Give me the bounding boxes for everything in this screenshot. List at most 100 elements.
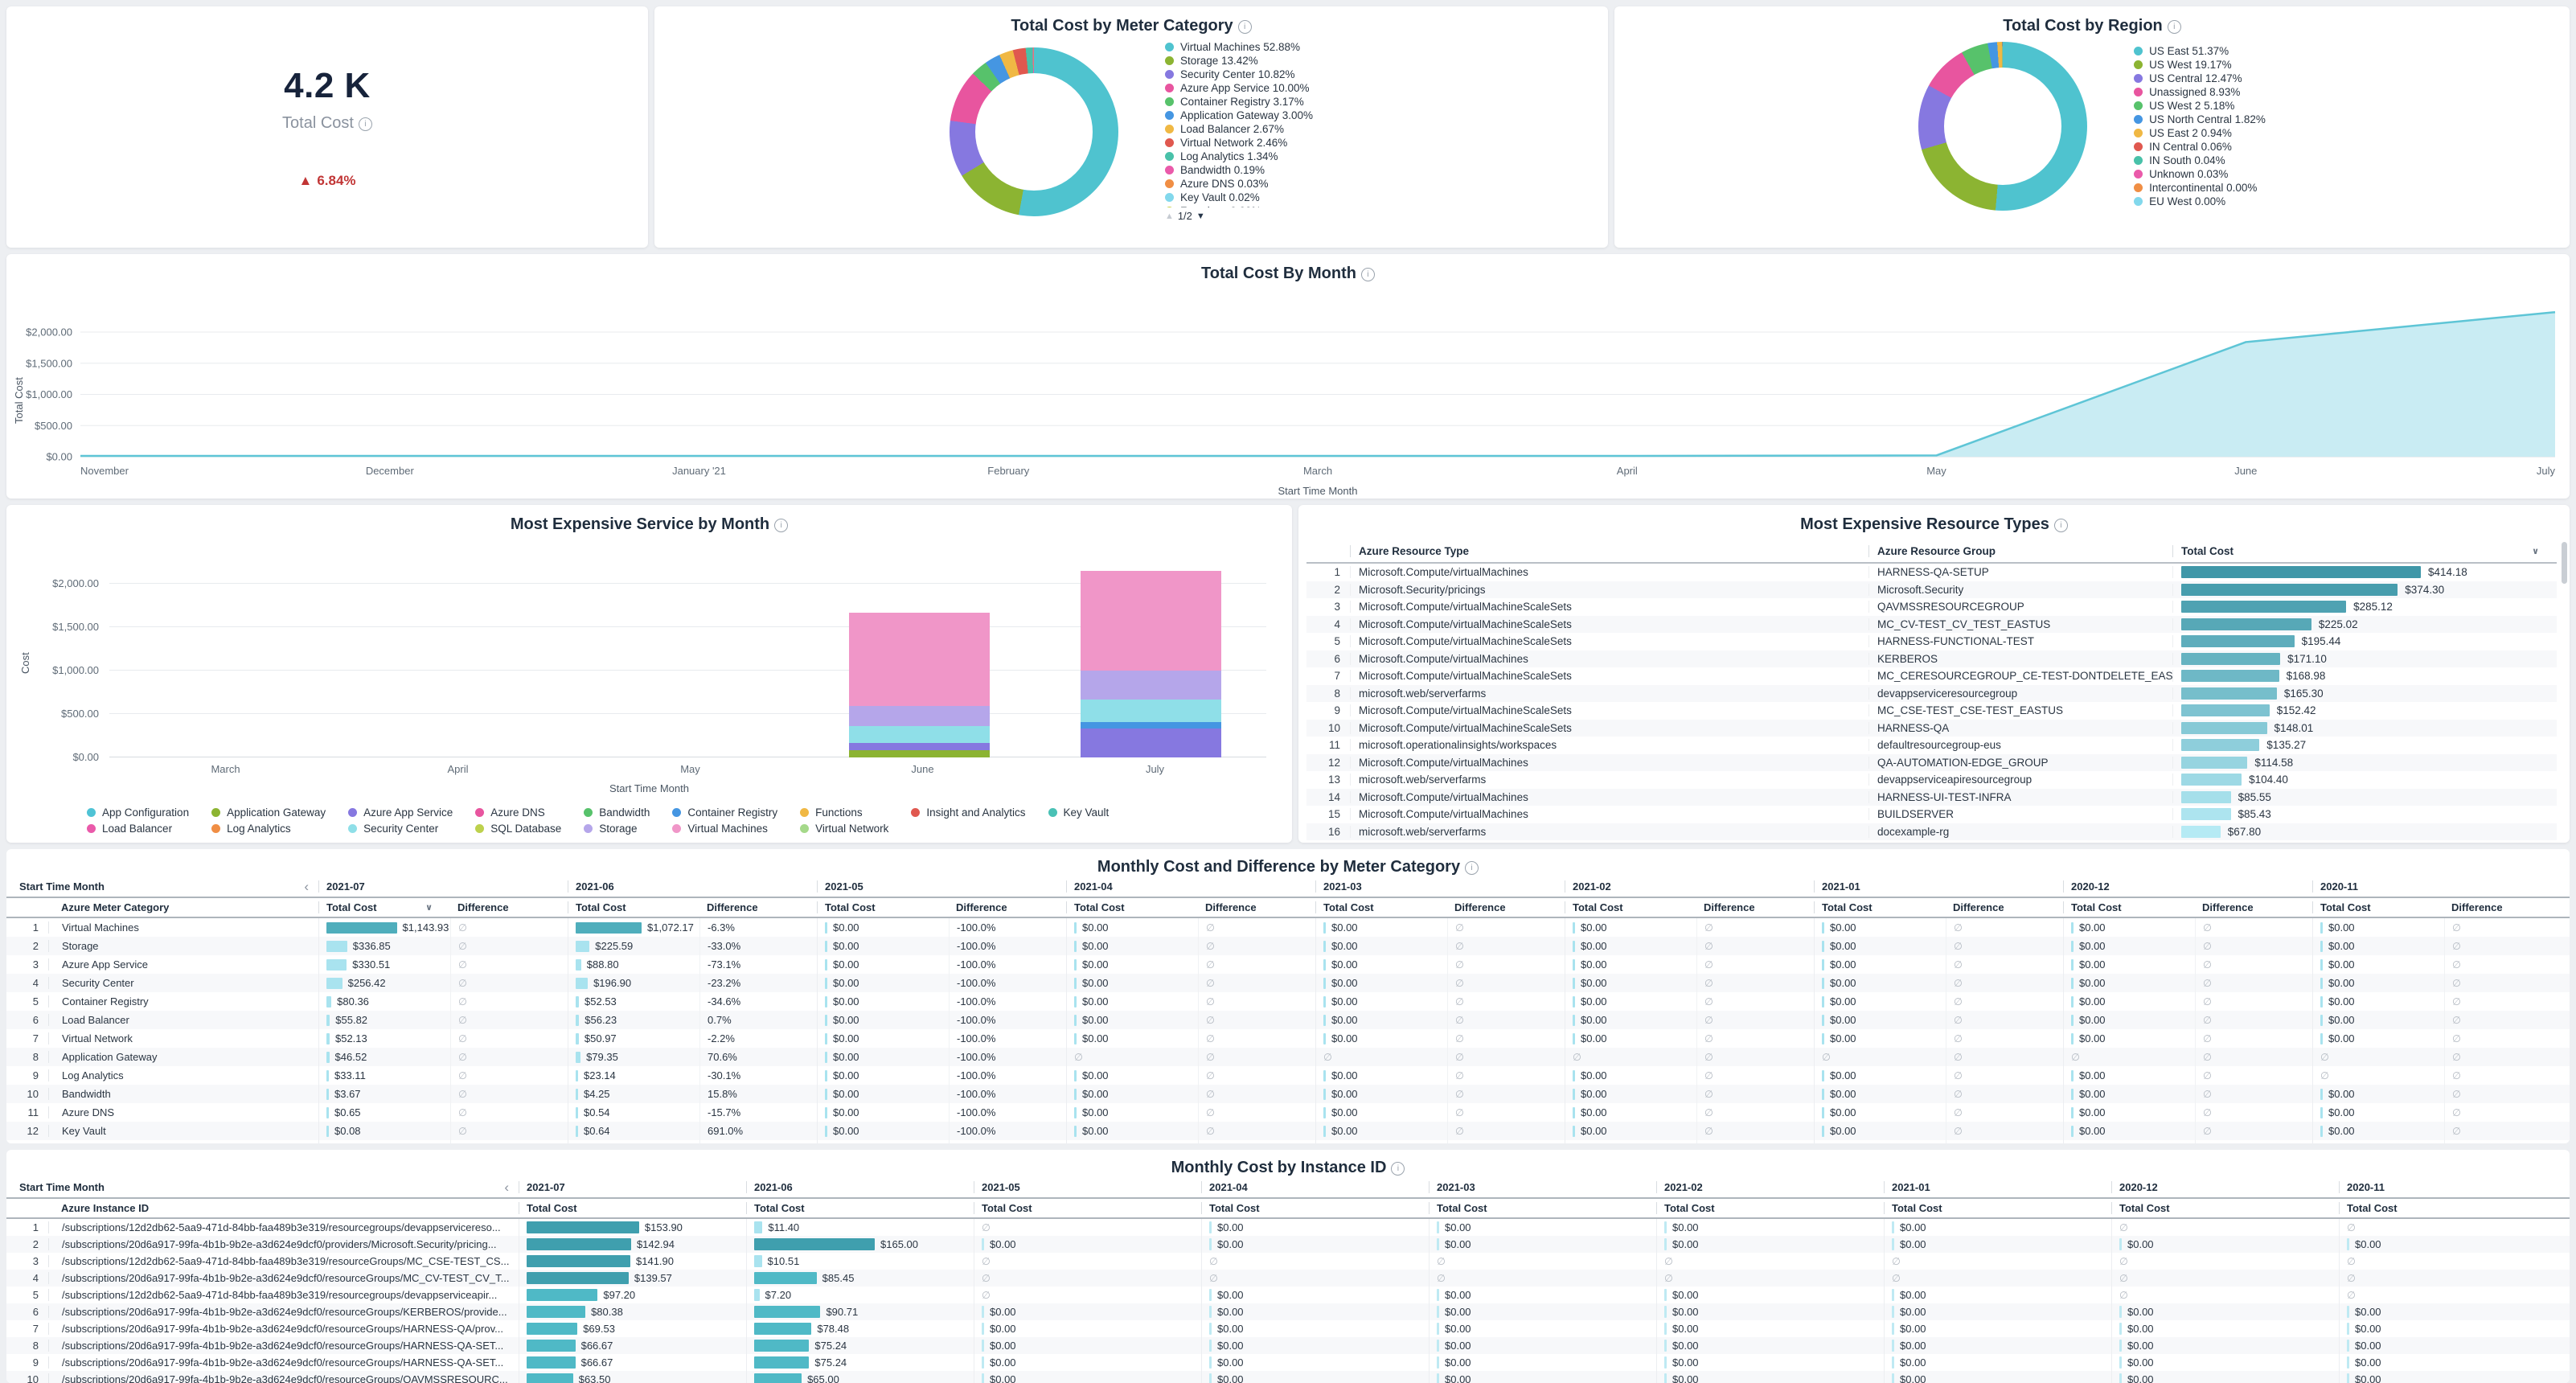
- x-tick-label: January '21: [672, 465, 726, 477]
- data-bar: [2181, 653, 2280, 665]
- total-cost-header[interactable]: Total Cost: [974, 1202, 1201, 1214]
- total-cost-cell: $23.14: [568, 1066, 699, 1085]
- scrollbar[interactable]: [2562, 542, 2567, 584]
- cost-value: $33.11: [334, 1069, 366, 1081]
- cost-value: $78.48: [817, 1323, 849, 1335]
- info-icon[interactable]: i: [2168, 20, 2181, 34]
- difference-header[interactable]: Difference: [1198, 901, 1315, 913]
- month-header[interactable]: 2020-12: [2111, 1181, 2339, 1193]
- total-cost-header[interactable]: Total Cost: [1201, 1202, 1429, 1214]
- cost-value: $0.00: [2355, 1323, 2381, 1335]
- data-bar: [2071, 1126, 2074, 1137]
- corner-label: Start Time Month: [19, 1181, 105, 1193]
- month-header[interactable]: 2021-03: [1429, 1181, 1656, 1193]
- info-icon[interactable]: i: [774, 519, 788, 532]
- difference-header[interactable]: Difference: [2444, 901, 2562, 913]
- total-cost-header[interactable]: Total Cost∨: [318, 901, 450, 913]
- month-header[interactable]: 2021-04: [1066, 880, 1315, 893]
- row-dimension-header[interactable]: Azure Meter Category: [48, 901, 318, 913]
- info-icon[interactable]: i: [1465, 861, 1479, 875]
- pager-down-icon[interactable]: ▼: [1196, 211, 1205, 221]
- difference-header[interactable]: Difference: [949, 901, 1066, 913]
- table-row: 8/subscriptions/20d6a917-99fa-4b1b-9b2e-…: [6, 1337, 2570, 1354]
- total-cost-header[interactable]: Total Cost: [817, 901, 949, 913]
- total-cost-header[interactable]: Total Cost: [1315, 901, 1447, 913]
- total-cost-cell: $0.00: [817, 1122, 949, 1140]
- total-cost-header[interactable]: Total Cost: [519, 1202, 746, 1214]
- month-header[interactable]: 2021-01: [1884, 1181, 2111, 1193]
- total-cost-header[interactable]: Total Cost: [746, 1202, 974, 1214]
- month-header[interactable]: 2021-01: [1814, 880, 2063, 893]
- sort-chevron-icon[interactable]: ∨: [2532, 546, 2539, 556]
- table-row: 8microsoft.web/serverfarmsdevappservicer…: [1306, 685, 2557, 703]
- difference-header[interactable]: Difference: [1696, 901, 1814, 913]
- month-header[interactable]: 2021-03: [1315, 880, 1565, 893]
- difference-header[interactable]: Difference: [1946, 901, 2063, 913]
- difference-header[interactable]: Difference: [2195, 901, 2312, 913]
- previous-months-icon[interactable]: ‹: [304, 879, 309, 895]
- month-header[interactable]: 2021-07: [318, 880, 568, 893]
- difference-cell: ∅: [1696, 918, 1814, 937]
- column-header[interactable]: Azure Resource Group: [1868, 545, 2172, 557]
- month-header[interactable]: 2020-12: [2063, 880, 2312, 893]
- total-cost-cell: $0.00: [1565, 1029, 1696, 1048]
- month-header[interactable]: 2021-06: [746, 1181, 974, 1193]
- difference-header[interactable]: Difference: [699, 901, 817, 913]
- cost-value: $0.00: [1581, 1032, 1607, 1044]
- total-cost-header[interactable]: Total Cost: [2312, 901, 2444, 913]
- total-cost-header[interactable]: Total Cost: [2063, 901, 2195, 913]
- month-header[interactable]: 2021-05: [974, 1181, 1201, 1193]
- difference-cell: -34.6%: [699, 992, 817, 1011]
- total-cost-header[interactable]: Total Cost: [1884, 1202, 2111, 1214]
- instance-id-cell: /subscriptions/20d6a917-99fa-4b1b-9b2e-a…: [48, 1238, 519, 1250]
- month-header[interactable]: 2021-07: [519, 1181, 746, 1193]
- total-cost-header[interactable]: Total Cost: [2111, 1202, 2339, 1214]
- info-icon[interactable]: i: [2054, 519, 2068, 532]
- null-value: ∅: [1704, 1106, 1713, 1118]
- cost-value: $0.00: [2127, 1323, 2154, 1335]
- legend-dot: [800, 824, 809, 833]
- month-header[interactable]: 2020-11: [2339, 1181, 2566, 1193]
- info-icon[interactable]: i: [1361, 268, 1375, 281]
- month-header[interactable]: 2021-02: [1656, 1181, 1884, 1193]
- difference-header[interactable]: Difference: [450, 901, 568, 913]
- column-header[interactable]: Azure Resource Type: [1350, 545, 1868, 557]
- total-cost-header[interactable]: Total Cost: [1066, 901, 1198, 913]
- month-header[interactable]: 2020-11: [2312, 880, 2562, 893]
- month-header[interactable]: 2021-02: [1565, 880, 1814, 893]
- data-bar: [2119, 1373, 2122, 1383]
- total-cost-header[interactable]: Total Cost: [568, 901, 699, 913]
- info-icon[interactable]: i: [359, 117, 372, 131]
- info-icon[interactable]: i: [1391, 1162, 1405, 1176]
- month-header[interactable]: 2021-04: [1201, 1181, 1429, 1193]
- difference-header[interactable]: Difference: [1447, 901, 1565, 913]
- legend-item: Key Vault: [1048, 807, 1110, 818]
- legend-item: Load Balancer: [87, 823, 189, 834]
- panel-title-text: Monthly Cost by Instance ID: [1171, 1159, 1387, 1176]
- header-label: Total Cost: [1209, 1202, 1260, 1214]
- total-cost-cell: $0.00: [2063, 1140, 2195, 1143]
- total-cost-header[interactable]: Total Cost: [2339, 1202, 2566, 1214]
- row-dimension-header[interactable]: Azure Instance ID: [48, 1202, 519, 1214]
- column-header[interactable]: Total Cost∨: [2172, 545, 2557, 557]
- month-header[interactable]: 2021-06: [568, 880, 817, 893]
- sort-chevron-icon[interactable]: ∨: [425, 902, 433, 913]
- total-cost-header[interactable]: Total Cost: [1656, 1202, 1884, 1214]
- difference-value: -23.2%: [708, 977, 740, 989]
- total-cost-cell: $139.57: [519, 1270, 746, 1287]
- meter-category-donut-panel: Total Cost by Meter Categoryi Virtual Ma…: [654, 6, 1608, 248]
- previous-months-icon[interactable]: ‹: [504, 1180, 509, 1196]
- difference-cell: 691.0%: [699, 1122, 817, 1140]
- cost-value: $0.00: [990, 1238, 1016, 1250]
- total-cost-header[interactable]: Total Cost: [1565, 901, 1696, 913]
- month-header[interactable]: 2021-05: [817, 880, 1066, 893]
- pager-up-icon[interactable]: ▲: [1165, 211, 1174, 221]
- total-cost-cell: $0.00: [1565, 1066, 1696, 1085]
- info-icon[interactable]: i: [1238, 20, 1252, 34]
- total-cost-header[interactable]: Total Cost: [1429, 1202, 1656, 1214]
- table-row: 9Microsoft.Compute/virtualMachineScaleSe…: [1306, 702, 2557, 720]
- null-value: ∅: [1704, 1051, 1713, 1063]
- cost-value: $75.24: [814, 1356, 847, 1369]
- resource-group-cell: Microsoft.Security: [1868, 584, 2172, 596]
- total-cost-header[interactable]: Total Cost: [1814, 901, 1946, 913]
